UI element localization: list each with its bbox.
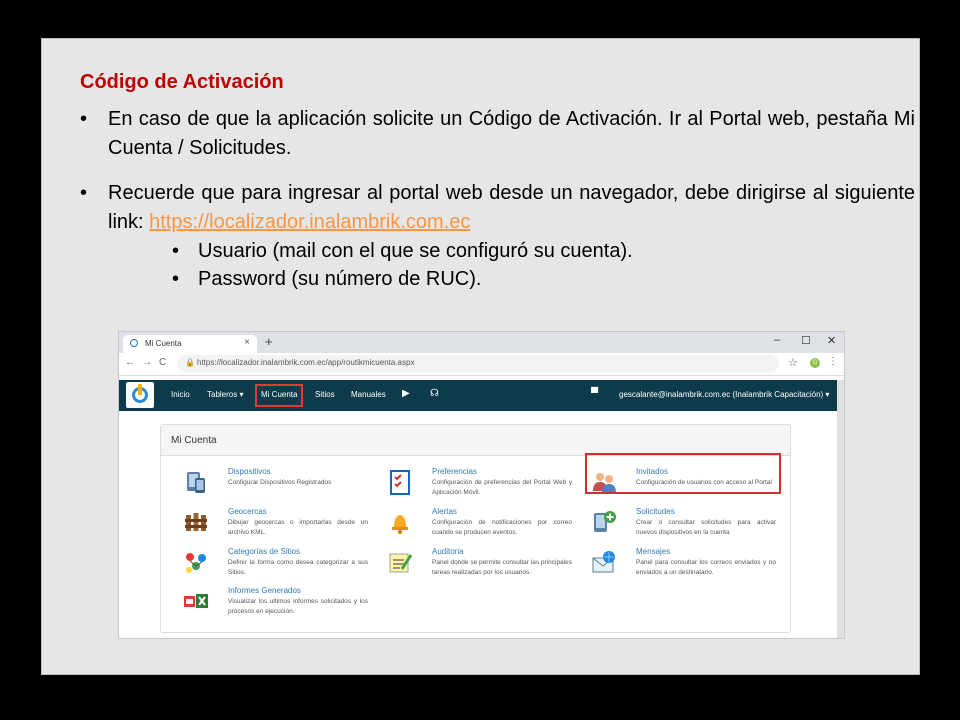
item-desc: Configurar Dispositivos Registrados (228, 479, 332, 486)
reports-icon (184, 594, 208, 608)
nav-highlight (255, 384, 303, 407)
forward-icon[interactable]: → (142, 357, 152, 368)
item-desc: Panel para consultar los correos enviado… (636, 559, 776, 576)
minimize-icon[interactable]: – (774, 334, 780, 346)
slide: Código de Activación • En caso de que la… (41, 38, 920, 675)
solicitudes-highlight (585, 453, 781, 494)
panel-title: Mi Cuenta (171, 435, 217, 446)
logo-stem (138, 384, 142, 395)
page-scrollbar[interactable] (837, 380, 844, 638)
item-name[interactable]: Geocercas (228, 507, 267, 516)
bullet-dot: • (80, 182, 88, 204)
item-desc: Configuración de preferencias del Portal… (432, 479, 572, 496)
categories-icon (186, 553, 206, 573)
checklist-icon (390, 470, 410, 495)
item-name[interactable]: Categorías de Sitios (228, 547, 300, 556)
item-dispositivos[interactable]: Dispositivos Configurar Dispositivos Reg… (183, 467, 373, 505)
lock-icon: 🔒 (185, 358, 195, 367)
portal-link[interactable]: https://localizador.inalambrik.com.ec (149, 211, 470, 233)
messages-icon (592, 551, 615, 573)
item-name[interactable]: Mensajes (636, 547, 670, 556)
support-headset-icon[interactable]: ☊ (430, 388, 439, 399)
sub-bullet-1-text: Usuario (mail con el que se configuró su… (198, 240, 633, 262)
browser-screenshot: Mi Cuenta × + – ☐ ✕ ← → C 🔒 https://loca… (118, 331, 845, 639)
address-bar[interactable]: 🔒 https://localizador.inalambrik.com.ec/… (177, 355, 779, 372)
browser-tab[interactable]: Mi Cuenta × (123, 335, 257, 353)
audit-icon (389, 553, 413, 573)
item-informes[interactable]: Informes Generados Visualizar los ultimo… (183, 586, 373, 624)
add-device-icon (594, 511, 616, 532)
bullet-dot: • (80, 108, 88, 130)
reload-icon[interactable]: C (159, 357, 166, 368)
nav-sitios[interactable]: Sitios (315, 390, 335, 399)
user-menu[interactable]: gescalante@inalambrik.com.ec (Inalambrik… (619, 390, 829, 399)
item-auditoria[interactable]: Auditoria Panel donde se permite consult… (387, 547, 577, 585)
item-name[interactable]: Solicitudes (636, 507, 675, 516)
browser-toolbar: ← → C 🔒 https://localizador.inalambrik.c… (119, 353, 844, 376)
sub-bullet-2-text: Password (su número de RUC). (198, 268, 482, 290)
item-desc: Visualizar los ultimos informes solicita… (228, 598, 368, 615)
window-close-icon[interactable]: ✕ (827, 334, 836, 347)
item-solicitudes[interactable]: Solicitudes Crear o consultar solicitude… (591, 507, 781, 545)
item-name[interactable]: Informes Generados (228, 586, 301, 595)
chat-icon[interactable]: ▀ (591, 388, 598, 399)
favicon-icon (130, 339, 138, 347)
panel-header: Mi Cuenta (161, 425, 790, 456)
item-desc: Crear o consultar solicitudes para activ… (636, 519, 776, 536)
item-desc: Configuración de notificaciones por corr… (432, 519, 572, 536)
nav-manuales[interactable]: Manuales (351, 390, 386, 399)
bullet-1-text: En caso de que la aplicación solicite un… (108, 108, 915, 159)
item-desc: Definir la forma como desea categorizar … (228, 559, 368, 576)
tab-strip: Mi Cuenta × + – ☐ ✕ (119, 332, 844, 353)
item-name[interactable]: Auditoria (432, 547, 464, 556)
bullet-2-text: Recuerde que para ingresar al portal web… (108, 179, 915, 237)
item-alertas[interactable]: Alertas Configuración de notificaciones … (387, 507, 577, 545)
nav-tableros[interactable]: Tableros ▾ (207, 390, 243, 399)
nav-inicio[interactable]: Inicio (171, 390, 190, 399)
app-navbar: Inicio Tableros ▾ Mi Cuenta Sitios Manua… (119, 380, 844, 411)
item-categorias[interactable]: Categorías de Sitios Definir la forma co… (183, 547, 373, 585)
item-geocercas[interactable]: Geocercas Dibujar geocercas o importarla… (183, 507, 373, 545)
item-desc: Dibujar geocercas o importarlas desde un… (228, 519, 368, 536)
browser-menu-icon[interactable]: ⋮ (828, 356, 838, 367)
bell-icon (392, 515, 408, 534)
app-logo[interactable] (126, 382, 154, 408)
back-icon[interactable]: ← (125, 357, 135, 368)
item-name[interactable]: Preferencias (432, 467, 477, 476)
item-name[interactable]: Alertas (432, 507, 457, 516)
devices-icon (187, 472, 205, 493)
item-preferencias[interactable]: Preferencias Configuración de preferenci… (387, 467, 577, 505)
bookmark-star-icon[interactable]: ☆ (788, 356, 798, 369)
bullet-dot: • (172, 268, 180, 290)
youtube-icon[interactable]: ▶ (402, 388, 410, 399)
profile-avatar[interactable]: G (810, 358, 820, 368)
tab-title: Mi Cuenta (145, 339, 182, 348)
item-desc: Panel donde se permite consultar las pri… (432, 559, 572, 576)
slide-title: Código de Activación (80, 71, 284, 93)
address-url[interactable]: https://localizador.inalambrik.com.ec/ap… (197, 358, 414, 367)
maximize-icon[interactable]: ☐ (801, 334, 811, 347)
geofence-icon (185, 513, 207, 531)
item-mensajes[interactable]: Mensajes Panel para consultar los correo… (591, 547, 781, 585)
tab-close-icon[interactable]: × (244, 337, 250, 348)
new-tab-button[interactable]: + (265, 334, 273, 349)
bullet-dot: • (172, 240, 180, 262)
item-name[interactable]: Dispositivos (228, 467, 271, 476)
